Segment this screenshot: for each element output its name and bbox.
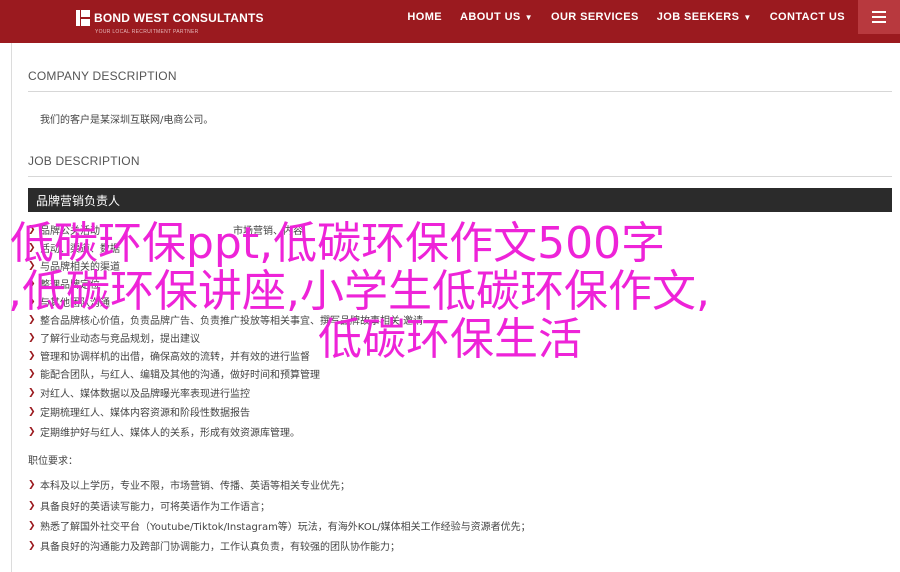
list-item-text: 具备良好的沟通能力及跨部门协调能力，工作认真负责，有较强的团队协作能力； (40, 542, 400, 553)
menu-icon[interactable] (858, 0, 900, 34)
list-item-text: 熟悉了解国外社交平台（Youtube/Tiktok/Instagram等）玩法，… (40, 522, 531, 533)
chevron-right-icon: ❯ (28, 520, 36, 531)
chevron-right-icon: ❯ (28, 387, 36, 398)
company-description-title: COMPANY DESCRIPTION (28, 69, 177, 83)
nav-job-seekers-label: JOB SEEKERS (656, 11, 740, 23)
list-item-text: 对红人、媒体数据以及品牌曝光率表现进行监控 (40, 389, 250, 400)
list-item-text: 定期梳理红人、媒体内容资源和阶段性数据报告 (40, 408, 250, 419)
logo-tagline: YOUR LOCAL RECRUITMENT PARTNER (95, 29, 199, 35)
list-item: ❯ 对红人、媒体数据以及品牌曝光率表现进行监控 (28, 385, 250, 401)
job-description-title: JOB DESCRIPTION (28, 154, 140, 168)
list-item-text: 本科及以上学历，专业不限，市场营销、传播、英语等相关专业优先； (40, 481, 350, 492)
chevron-right-icon: ❯ (28, 479, 36, 490)
nav-job-seekers[interactable]: JOB SEEKERS ▼ (648, 11, 761, 23)
site-header: BOND WEST CONSULTANTS YOUR LOCAL RECRUIT… (0, 0, 900, 43)
overlay-text-line-3: 低碳环保生活 (318, 314, 582, 365)
chevron-right-icon: ❯ (28, 500, 36, 511)
company-description-text: 我们的客户是某深圳互联网/电商公司。 (40, 115, 214, 126)
list-item-text: 管理和协调样机的出借，确保高效的流转，并有效的进行监督 (40, 352, 310, 363)
chevron-right-icon: ❯ (28, 368, 36, 379)
site-logo[interactable]: BOND WEST CONSULTANTS (76, 8, 264, 28)
list-item: ❯ 管理和协调样机的出借，确保高效的流转，并有效的进行监督 (28, 348, 310, 364)
divider (28, 176, 892, 177)
list-item: ❯ 具备良好的沟通能力及跨部门协调能力，工作认真负责，有较强的团队协作能力； (28, 538, 400, 554)
nav-home[interactable]: HOME (398, 11, 451, 23)
list-item: ❯ 本科及以上学历，专业不限，市场营销、传播、英语等相关专业优先； (28, 477, 350, 493)
list-item: ❯ 能配合团队，与红人、编辑及其他的沟通，做好时间和预算管理 (28, 366, 320, 382)
nav-our-services-label: OUR SERVICES (550, 11, 639, 23)
divider (28, 91, 892, 92)
overlay-text-line-1: 低碳环保ppt,低碳环保作文500字 (10, 218, 666, 269)
requirements-title: 职位要求： (28, 456, 78, 467)
position-title: 品牌营销负责人 (36, 194, 121, 208)
chevron-right-icon: ❯ (28, 332, 36, 343)
nav-contact-us-label: CONTACT US (769, 11, 845, 23)
list-item: ❯ 具备良好的英语读写能力，可将英语作为工作语言； (28, 498, 270, 514)
main-nav: HOME ABOUT US ▼ OUR SERVICES JOB SEEKERS ▼… (398, 0, 900, 34)
chevron-down-icon: ▼ (743, 12, 752, 22)
nav-home-label: HOME (407, 11, 442, 23)
chevron-right-icon: ❯ (28, 426, 36, 437)
logo-text: BOND WEST CONSULTANTS (94, 11, 264, 25)
list-item: ❯ 定期维护好与红人、媒体人的关系，形成有效资源库管理。 (28, 424, 300, 440)
position-title-bar: 品牌营销负责人 (28, 188, 892, 212)
logo-icon (76, 10, 90, 26)
list-item: ❯ 熟悉了解国外社交平台（Youtube/Tiktok/Instagram等）玩法… (28, 518, 531, 534)
list-item-text: 定期维护好与红人、媒体人的关系，形成有效资源库管理。 (40, 428, 300, 439)
list-item-text: 能配合团队，与红人、编辑及其他的沟通，做好时间和预算管理 (40, 370, 320, 381)
list-item: ❯ 定期梳理红人、媒体内容资源和阶段性数据报告 (28, 404, 250, 420)
list-item: ❯ 了解行业动态与竞品规划，提出建议 (28, 330, 200, 346)
chevron-right-icon: ❯ (28, 406, 36, 417)
chevron-right-icon: ❯ (28, 540, 36, 551)
chevron-down-icon: ▼ (524, 12, 533, 22)
nav-our-services[interactable]: OUR SERVICES (542, 11, 648, 23)
list-item-text: 具备良好的英语读写能力，可将英语作为工作语言； (40, 502, 270, 513)
nav-about-us[interactable]: ABOUT US ▼ (451, 11, 542, 23)
list-item-text: 了解行业动态与竞品规划，提出建议 (40, 334, 200, 345)
nav-about-us-label: ABOUT US (460, 11, 521, 23)
nav-contact-us[interactable]: CONTACT US (761, 11, 854, 23)
chevron-right-icon: ❯ (28, 350, 36, 361)
overlay-text-line-2: ,低碳环保讲座,小学生低碳环保作文, (8, 266, 710, 317)
